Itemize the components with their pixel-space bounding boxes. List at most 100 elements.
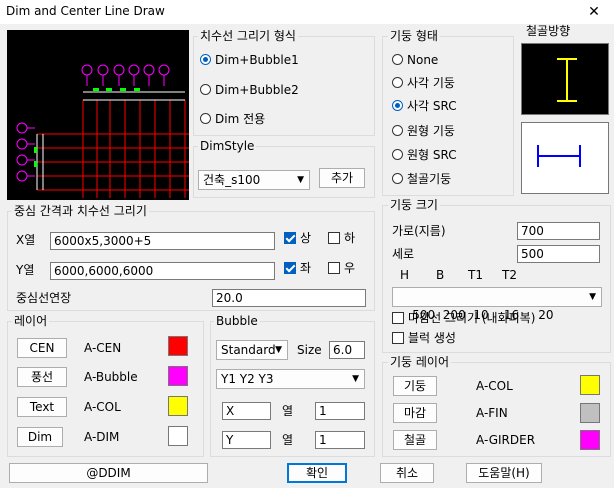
bubble-x-prefix-input[interactable]: X	[222, 402, 271, 420]
radio-dot[interactable]	[392, 125, 403, 136]
steel-size-select[interactable]: 500 200 10 16 20 ▼	[392, 287, 602, 322]
column-size-title: 기둥 크기	[388, 198, 440, 212]
column-marker-top	[93, 88, 99, 91]
checkbox[interactable]	[284, 232, 296, 244]
checkbox[interactable]	[284, 262, 296, 274]
extend-input[interactable]: 20.0	[212, 289, 366, 307]
column-layer-fin-color-swatch[interactable]	[580, 403, 600, 423]
bubble-marker-top	[143, 64, 155, 76]
column-marker-left	[34, 147, 37, 153]
bubble-y-col-label: 열	[282, 433, 294, 447]
steel-direction-title: 철골방향	[526, 24, 571, 38]
add-dimstyle-button[interactable]: 추가	[319, 168, 365, 188]
radio-dot[interactable]	[392, 100, 403, 111]
checkbox[interactable]	[328, 232, 340, 244]
dimstyle-select[interactable]: 건축_s100 ▼	[198, 170, 310, 190]
checkbox[interactable]	[392, 312, 404, 324]
radio-dot[interactable]	[392, 149, 403, 160]
steel-direction-h-option[interactable]	[521, 43, 609, 115]
checkbox-label: 블럭 생성	[408, 331, 456, 345]
bubble-title: Bubble	[214, 314, 260, 328]
height-label: 세로	[392, 247, 415, 261]
column-layer-fin-button[interactable]: 마감	[393, 403, 437, 423]
column-layer-girder-button[interactable]: 철골	[393, 430, 437, 450]
ok-button[interactable]: 확인	[287, 463, 347, 483]
layer-dim-button[interactable]: Dim	[17, 427, 63, 447]
bubble-format-value: Y1 Y2 Y3	[221, 372, 274, 386]
column-marker-top	[106, 88, 112, 91]
layer-text-color-swatch[interactable]	[168, 396, 188, 416]
ddim-button[interactable]: @DDIM	[9, 463, 208, 483]
width-label: 가로(지름)	[392, 224, 446, 238]
layer-dim-name: A-DIM	[84, 430, 120, 444]
dim-type-title: 치수선 그리기 형식	[198, 29, 298, 43]
checkbox-label: 상	[300, 231, 312, 245]
bubble-size-input[interactable]: 6.0	[329, 341, 365, 359]
checkbox[interactable]	[392, 332, 404, 344]
header-h: H	[400, 268, 410, 282]
y-spacing-input[interactable]: 6000,6000,6000	[50, 262, 275, 280]
column-layer-girder-name: A-GIRDER	[476, 433, 536, 447]
radio-dot[interactable]	[200, 113, 211, 124]
close-icon[interactable]: ✕	[576, 0, 612, 24]
radio-label: Dim+Bubble2	[215, 83, 299, 97]
chevron-down-icon: ▼	[275, 345, 282, 355]
layer-cen-color-swatch[interactable]	[168, 336, 188, 356]
steel-v-section-icon	[537, 145, 581, 167]
bubble-y-start-input[interactable]: 1	[315, 431, 365, 449]
column-layer-col-color-swatch[interactable]	[580, 375, 600, 395]
y-row-label: Y열	[16, 263, 35, 277]
bubble-marker-top	[158, 64, 170, 76]
dialog-window: Dim and Center Line Draw ✕ 치수선 그리기 형식 Di…	[0, 0, 614, 488]
radio-label: Dim 전용	[215, 112, 266, 126]
center-grid-title: 중심 간격과 치수선 그리기	[12, 204, 149, 218]
checkbox-label: 마감선 그리기 (내화피복)	[408, 311, 536, 325]
help-button[interactable]: 도움말(H)	[466, 463, 542, 483]
steel-h-section-icon	[557, 58, 577, 102]
header-t2: T2	[502, 268, 517, 282]
column-layer-col-name: A-COL	[476, 379, 513, 393]
radio-label: None	[407, 53, 439, 67]
layer-dim-color-swatch[interactable]	[168, 426, 188, 446]
column-type-title: 기둥 형태	[388, 29, 440, 43]
radio-dot[interactable]	[392, 54, 403, 65]
dimstyle-title: DimStyle	[198, 139, 257, 153]
column-layer-fin-name: A-FIN	[476, 406, 508, 420]
layer-text-name: A-COL	[84, 400, 121, 414]
width-input[interactable]: 700	[517, 222, 600, 240]
layer-bubble-button[interactable]: 풍선	[17, 367, 67, 387]
radio-dot[interactable]	[392, 77, 403, 88]
extend-label: 중심선연장	[16, 291, 72, 305]
bubble-x-col-label: 열	[282, 404, 294, 418]
radio-dot[interactable]	[200, 84, 211, 95]
x-spacing-input[interactable]: 6000x5,3000+5	[50, 232, 275, 250]
checkbox-label: 우	[344, 261, 356, 275]
column-layer-girder-color-swatch[interactable]	[580, 430, 600, 450]
column-marker-left	[34, 161, 37, 167]
bubble-x-start-input[interactable]: 1	[315, 402, 365, 420]
grid-preview-drawing	[16, 64, 189, 198]
radio-label: 원형 SRC	[407, 148, 457, 162]
checkbox-label: 하	[344, 231, 356, 245]
bubble-y-prefix-input[interactable]: Y	[222, 431, 271, 449]
checkbox[interactable]	[328, 262, 340, 274]
layer-text-button[interactable]: Text	[17, 397, 67, 417]
steel-direction-v-option[interactable]	[521, 122, 609, 194]
bubble-style-value: Standard	[221, 343, 276, 357]
chevron-down-icon: ▼	[297, 175, 304, 185]
bubble-marker-top	[97, 64, 109, 76]
layer-bubble-color-swatch[interactable]	[168, 366, 188, 386]
column-layer-col-button[interactable]: 기둥	[393, 376, 437, 396]
height-input[interactable]: 500	[517, 245, 600, 263]
bubble-marker-top	[113, 64, 125, 76]
dimstyle-value: 건축_s100	[203, 173, 261, 187]
radio-dot[interactable]	[392, 173, 403, 184]
cancel-button[interactable]: 취소	[380, 463, 434, 483]
column-layer-title: 기둥 레이어	[388, 355, 452, 369]
bubble-marker-top	[128, 64, 140, 76]
layer-cen-button[interactable]: CEN	[17, 338, 67, 358]
radio-dot[interactable]	[200, 54, 211, 65]
bubble-style-select[interactable]: Standard ▼	[216, 340, 288, 360]
bubble-format-select[interactable]: Y1 Y2 Y3 ▼	[216, 369, 365, 389]
bubble-marker-left	[16, 122, 28, 134]
